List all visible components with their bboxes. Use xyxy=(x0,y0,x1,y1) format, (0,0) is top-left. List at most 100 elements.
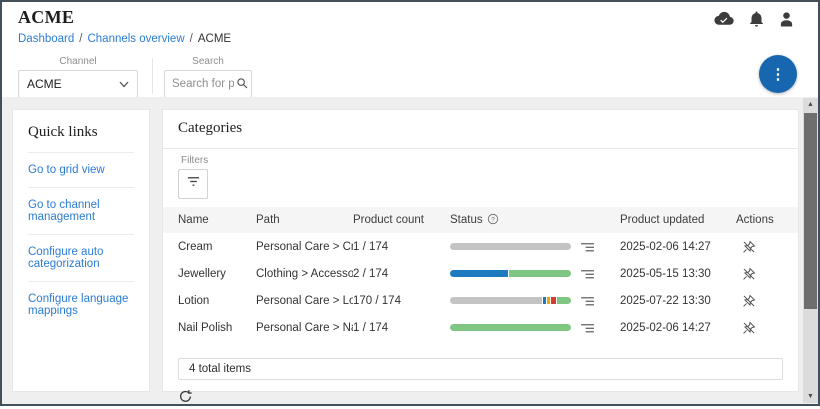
cell-status-detail xyxy=(574,241,620,253)
table-header: Name Path Product count Status ? Product… xyxy=(163,207,798,233)
quick-links-title: Quick links xyxy=(28,124,134,152)
filters-button[interactable] xyxy=(178,169,208,199)
column-header-product-updated: Product updated xyxy=(620,214,736,226)
header-icon-bar xyxy=(714,10,794,27)
cell-name: Cream xyxy=(178,241,256,253)
status-segment xyxy=(557,297,571,304)
search-group: Search xyxy=(164,56,252,98)
quick-links-list: Go to grid viewGo to channel managementC… xyxy=(28,152,134,328)
sidebar-link-go-to-grid-view[interactable]: Go to grid view xyxy=(28,152,134,187)
status-progress-bar xyxy=(450,324,571,331)
cell-path: Personal Care > Nail P... xyxy=(256,322,353,334)
breadcrumb-separator: / xyxy=(190,33,193,45)
status-details-icon[interactable] xyxy=(580,241,595,253)
filters-label: Filters xyxy=(181,155,783,166)
scroll-up-icon[interactable]: ▲ xyxy=(803,98,818,111)
status-segment xyxy=(450,324,571,331)
chevron-down-icon xyxy=(119,77,129,91)
status-segment xyxy=(551,297,556,304)
help-circle-icon[interactable]: ? xyxy=(487,213,499,228)
cloud-check-icon[interactable] xyxy=(714,11,734,26)
cell-actions xyxy=(736,267,798,281)
status-segment xyxy=(450,297,542,304)
cell-name: Lotion xyxy=(178,295,256,307)
status-segment xyxy=(543,297,546,304)
search-icon xyxy=(236,77,249,95)
cell-status xyxy=(450,297,574,304)
cell-status-detail xyxy=(574,295,620,307)
status-segment xyxy=(450,243,571,250)
column-header-actions: Actions xyxy=(736,214,798,226)
table-row[interactable]: JewelleryClothing > Accessories...2 / 17… xyxy=(163,260,798,287)
cell-product-updated: 2025-05-15 13:30 xyxy=(620,268,736,280)
cell-actions xyxy=(736,240,798,254)
channel-group: Channel ACME xyxy=(18,56,138,98)
sidebar-link-configure-auto-categorization[interactable]: Configure auto categorization xyxy=(28,234,134,281)
notifications-icon[interactable] xyxy=(749,10,764,27)
refresh-icon[interactable] xyxy=(178,389,193,404)
total-items-footer: 4 total items xyxy=(178,358,783,380)
column-header-name: Name xyxy=(178,214,256,226)
account-icon[interactable] xyxy=(779,11,794,27)
scroll-down-icon[interactable]: ▼ xyxy=(803,390,818,403)
svg-text:?: ? xyxy=(491,216,495,223)
search-label: Search xyxy=(164,56,252,67)
channel-label: Channel xyxy=(18,56,138,67)
categories-title: Categories xyxy=(178,120,783,137)
content-area: Quick links Go to grid viewGo to channel… xyxy=(2,97,818,404)
kebab-vertical-icon: ⋮ xyxy=(771,67,786,82)
actions-fab-button[interactable]: ⋮ xyxy=(759,55,797,93)
scrollbar-thumb[interactable] xyxy=(804,113,817,309)
filter-lines-icon xyxy=(186,175,201,193)
cell-status xyxy=(450,243,574,250)
unpin-icon[interactable] xyxy=(742,240,756,254)
toolbar-divider xyxy=(152,58,153,94)
status-details-icon[interactable] xyxy=(580,268,595,280)
vertical-scrollbar[interactable]: ▲ ▼ xyxy=(803,98,818,403)
status-segment xyxy=(450,270,508,277)
cell-product-updated: 2025-07-22 13:30 xyxy=(620,295,736,307)
cell-name: Nail Polish xyxy=(178,322,256,334)
quick-links-panel: Quick links Go to grid viewGo to channel… xyxy=(12,109,150,392)
unpin-icon[interactable] xyxy=(742,267,756,281)
cell-actions xyxy=(736,321,798,335)
unpin-icon[interactable] xyxy=(742,321,756,335)
status-progress-bar xyxy=(450,243,571,250)
column-header-path: Path xyxy=(256,214,353,226)
status-progress-bar xyxy=(450,270,571,277)
cell-status-detail xyxy=(574,322,620,334)
cell-name: Jewellery xyxy=(178,268,256,280)
cell-status xyxy=(450,270,574,277)
status-segment xyxy=(509,270,571,277)
cell-product-count: 170 / 174 xyxy=(353,295,450,307)
cell-status xyxy=(450,324,574,331)
table-row[interactable]: LotionPersonal Care > Lotion170 / 174 202… xyxy=(163,287,798,314)
table-row[interactable]: CreamPersonal Care > Cream1 / 1742025-02… xyxy=(163,233,798,260)
breadcrumb-separator: / xyxy=(79,33,82,45)
status-details-icon[interactable] xyxy=(580,295,595,307)
cell-path: Clothing > Accessories... xyxy=(256,268,353,280)
unpin-icon[interactable] xyxy=(742,294,756,308)
breadcrumb: Dashboard / Channels overview / ACME xyxy=(18,33,231,45)
channel-select[interactable]: ACME xyxy=(18,70,138,98)
breadcrumb-current: ACME xyxy=(198,33,231,45)
cell-product-count: 1 / 174 xyxy=(353,322,450,334)
column-header-product-count: Product count xyxy=(353,214,450,226)
sidebar-link-configure-language-mappings[interactable]: Configure language mappings xyxy=(28,281,134,328)
table-row[interactable]: Nail PolishPersonal Care > Nail P...1 / … xyxy=(163,314,798,341)
breadcrumb-dashboard[interactable]: Dashboard xyxy=(18,33,74,45)
cell-status-detail xyxy=(574,268,620,280)
cell-product-count: 2 / 174 xyxy=(353,268,450,280)
sidebar-link-go-to-channel-management[interactable]: Go to channel management xyxy=(28,187,134,234)
categories-panel: Categories Filters Name Path Product cou… xyxy=(162,109,799,392)
channel-selected-value: ACME xyxy=(27,77,62,91)
breadcrumb-channels-overview[interactable]: Channels overview xyxy=(87,33,184,45)
cell-product-updated: 2025-02-06 14:27 xyxy=(620,322,736,334)
status-segment xyxy=(547,297,550,304)
cell-path: Personal Care > Lotion xyxy=(256,295,353,307)
page-title: ACME xyxy=(18,7,74,28)
table-body: CreamPersonal Care > Cream1 / 1742025-02… xyxy=(163,233,798,341)
cell-product-updated: 2025-02-06 14:27 xyxy=(620,241,736,253)
column-header-status: Status xyxy=(450,214,483,226)
status-details-icon[interactable] xyxy=(580,322,595,334)
